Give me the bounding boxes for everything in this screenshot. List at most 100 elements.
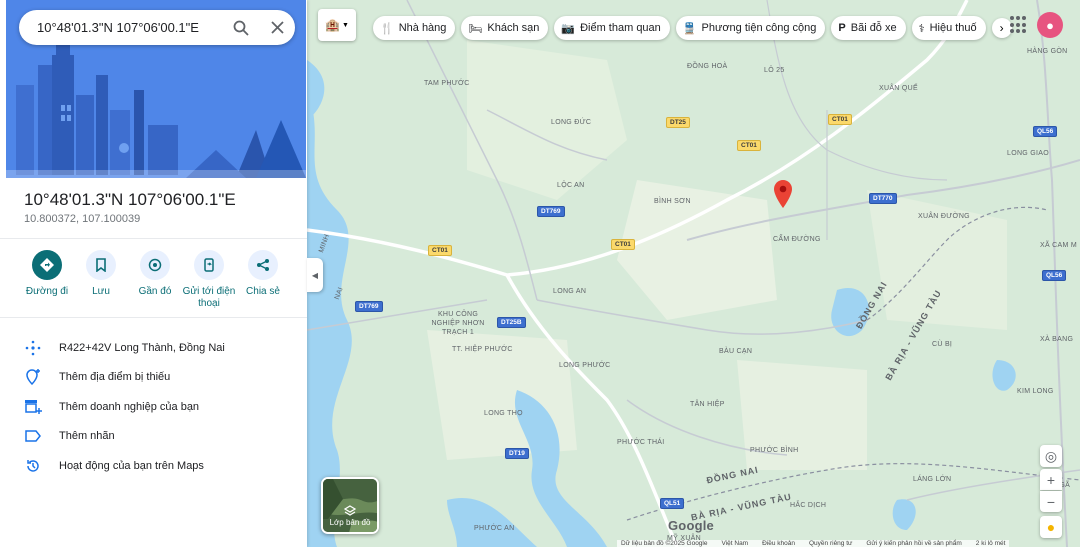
parking-icon: P — [838, 22, 846, 34]
map-label: CÙ BỊ — [932, 341, 953, 348]
pegman-icon: ● — [1046, 519, 1056, 535]
map-label: PHƯỚC THÁI — [617, 439, 665, 446]
send-to-phone-button[interactable]: Gửi tới điện thoại — [182, 250, 236, 310]
apps-grid-icon[interactable] — [1010, 16, 1028, 34]
map-label: LONG THỌ — [484, 410, 523, 417]
list-icon-wrap — [22, 366, 44, 388]
google-logo: Google — [668, 518, 714, 533]
list-label: Thêm địa điểm bị thiếu — [59, 371, 171, 384]
action-circle — [248, 250, 278, 280]
chip-restaurants[interactable]: 🍴 Nhà hàng — [373, 16, 456, 40]
chevron-down-icon: ▼ — [342, 21, 349, 29]
chips-next-button[interactable]: › — [991, 18, 1012, 38]
country-link[interactable]: Việt Nam — [721, 540, 748, 547]
label-icon — [25, 430, 41, 442]
zoom-in-button[interactable]: + — [1040, 469, 1062, 490]
add-business-item[interactable]: Thêm doanh nghiệp của bạn — [22, 392, 302, 422]
save-button[interactable]: Lưu — [74, 250, 128, 310]
action-bar: Đường đi Lưu Gần đó Gửi tới điện thoại C… — [20, 250, 290, 310]
map-label: TT. HIỆP PHƯỚC — [452, 346, 513, 353]
share-button[interactable]: Chia sẻ — [236, 250, 290, 310]
map-label: XUÂN QUẾ — [879, 85, 918, 92]
scale-bar[interactable]: 2 ki lô mét — [976, 540, 1006, 547]
phone-send-icon — [204, 258, 214, 272]
map-label: HẮC DỊCH — [790, 502, 827, 509]
close-button[interactable] — [259, 10, 295, 45]
chip-parking[interactable]: P Bãi đỗ xe — [831, 16, 906, 40]
decimal-coordinates: 10.800372, 107.100039 — [24, 213, 141, 225]
chip-pharmacy[interactable]: ⚕ Hiệu thuố — [911, 16, 986, 40]
chip-label: Khách sạn — [487, 22, 540, 34]
chip-label: Điểm tham quan — [580, 22, 661, 34]
map-label: ĐỒNG HOÀ — [687, 63, 728, 70]
add-place-icon — [26, 369, 40, 386]
bookmark-icon — [96, 258, 106, 272]
chip-label: Phương tiện công cộng — [701, 22, 817, 34]
chip-label: Bãi đỗ xe — [850, 22, 897, 34]
add-label-item[interactable]: Thêm nhãn — [22, 422, 302, 452]
chip-attractions[interactable]: 📷 Điểm tham quan — [554, 16, 670, 40]
zoom-out-button[interactable]: − — [1040, 491, 1062, 512]
road-shield: CT01 — [737, 140, 761, 151]
map-label: LONG ĐỨC — [551, 119, 592, 126]
action-label: Gần đó — [138, 286, 172, 297]
map-base — [307, 0, 1080, 547]
map-label: LONG AN — [553, 288, 587, 295]
place-panel: 10°48'01.3"N 107°06'00.1"E 10.800372, 10… — [0, 0, 307, 547]
plus-code-item[interactable]: R422+42V Long Thành, Đồng Nai — [22, 333, 302, 363]
road-shield: DT770 — [869, 193, 897, 204]
road-shield: DT769 — [355, 301, 383, 312]
minus-icon: − — [1046, 493, 1056, 510]
road-shield: DT769 — [537, 206, 565, 217]
map-canvas[interactable]: TAM PHƯỚC ĐỒNG HOÀ LÔ 25 HÀNG GÒN XUÂN Q… — [307, 0, 1080, 547]
directions-button[interactable]: Đường đi — [20, 250, 74, 310]
map-label: HÀNG GÒN — [1027, 48, 1068, 55]
street-view-button[interactable]: ● — [1040, 516, 1062, 538]
search-input[interactable] — [19, 10, 223, 45]
map-label: XUÂN ĐƯỜNG — [918, 213, 970, 220]
action-circle — [86, 250, 116, 280]
chevron-right-icon: › — [999, 21, 1004, 35]
nearby-button[interactable]: Gần đó — [128, 250, 182, 310]
category-chips: 🍴 Nhà hàng 🛏 Khách sạn 📷 Điểm tham quan 🚆 Ph… — [373, 16, 1012, 40]
maps-activity-item[interactable]: Hoạt động của bạn trên Maps — [22, 451, 302, 481]
location-pin-icon[interactable] — [774, 180, 792, 213]
map-footer: Dữ liệu bản đồ ©2025 Google Việt Nam Điề… — [617, 540, 1010, 547]
map-label: KHU CÔNG NGHIỆP NHƠN TRẠCH 1 — [431, 311, 485, 336]
map-label: KIM LONG — [1017, 388, 1054, 395]
list-label: Thêm doanh nghiệp của bạn — [59, 400, 200, 413]
map-label: XÀ BANG — [1040, 336, 1074, 343]
list-label: R422+42V Long Thành, Đồng Nai — [59, 341, 225, 354]
my-location-button[interactable]: ◎ — [1040, 445, 1062, 467]
hotel-icon: 🛏 — [468, 22, 483, 35]
map-label: TÂN HIỆP — [690, 401, 725, 408]
chevron-left-icon: ◀ — [311, 270, 319, 280]
list-icon-wrap — [22, 425, 44, 447]
road-shield: CT01 — [828, 114, 852, 125]
terms-link[interactable]: Điều khoản — [762, 540, 795, 547]
road-shield: CT01 — [611, 239, 635, 250]
privacy-link[interactable]: Quyền riêng tư — [809, 540, 852, 547]
search-icon — [233, 20, 249, 36]
share-icon — [257, 259, 269, 271]
add-missing-place-item[interactable]: Thêm địa điểm bị thiếu — [22, 363, 302, 393]
avatar[interactable]: ● — [1037, 12, 1063, 38]
nearby-icon — [148, 258, 162, 272]
chip-transit[interactable]: 🚆 Phương tiện công cộng — [675, 16, 826, 40]
history-icon — [27, 459, 39, 472]
details-list: R422+42V Long Thành, Đồng Nai Thêm địa đ… — [22, 333, 302, 481]
collapse-panel-button[interactable]: ◀ — [307, 258, 323, 292]
road-shield: QL51 — [660, 498, 685, 509]
search-button[interactable] — [223, 10, 259, 45]
action-circle — [194, 250, 224, 280]
map-label: CẨM ĐƯỜNG — [773, 236, 821, 243]
chip-hotels[interactable]: 🛏 Khách sạn — [461, 16, 549, 40]
action-label: Gửi tới điện thoại — [182, 286, 236, 309]
map-label: LONG GIAO — [1007, 150, 1049, 157]
plus-icon: + — [1046, 471, 1056, 488]
map-label: XÃ CAM M — [1040, 242, 1078, 249]
layers-button[interactable]: Lớp bản đồ — [321, 477, 379, 534]
list-icon-wrap — [22, 396, 44, 418]
hotel-filter-button[interactable]: 🏨 ▼ — [318, 9, 356, 41]
feedback-link[interactable]: Gửi ý kiến phản hồi về sản phẩm — [866, 540, 961, 547]
